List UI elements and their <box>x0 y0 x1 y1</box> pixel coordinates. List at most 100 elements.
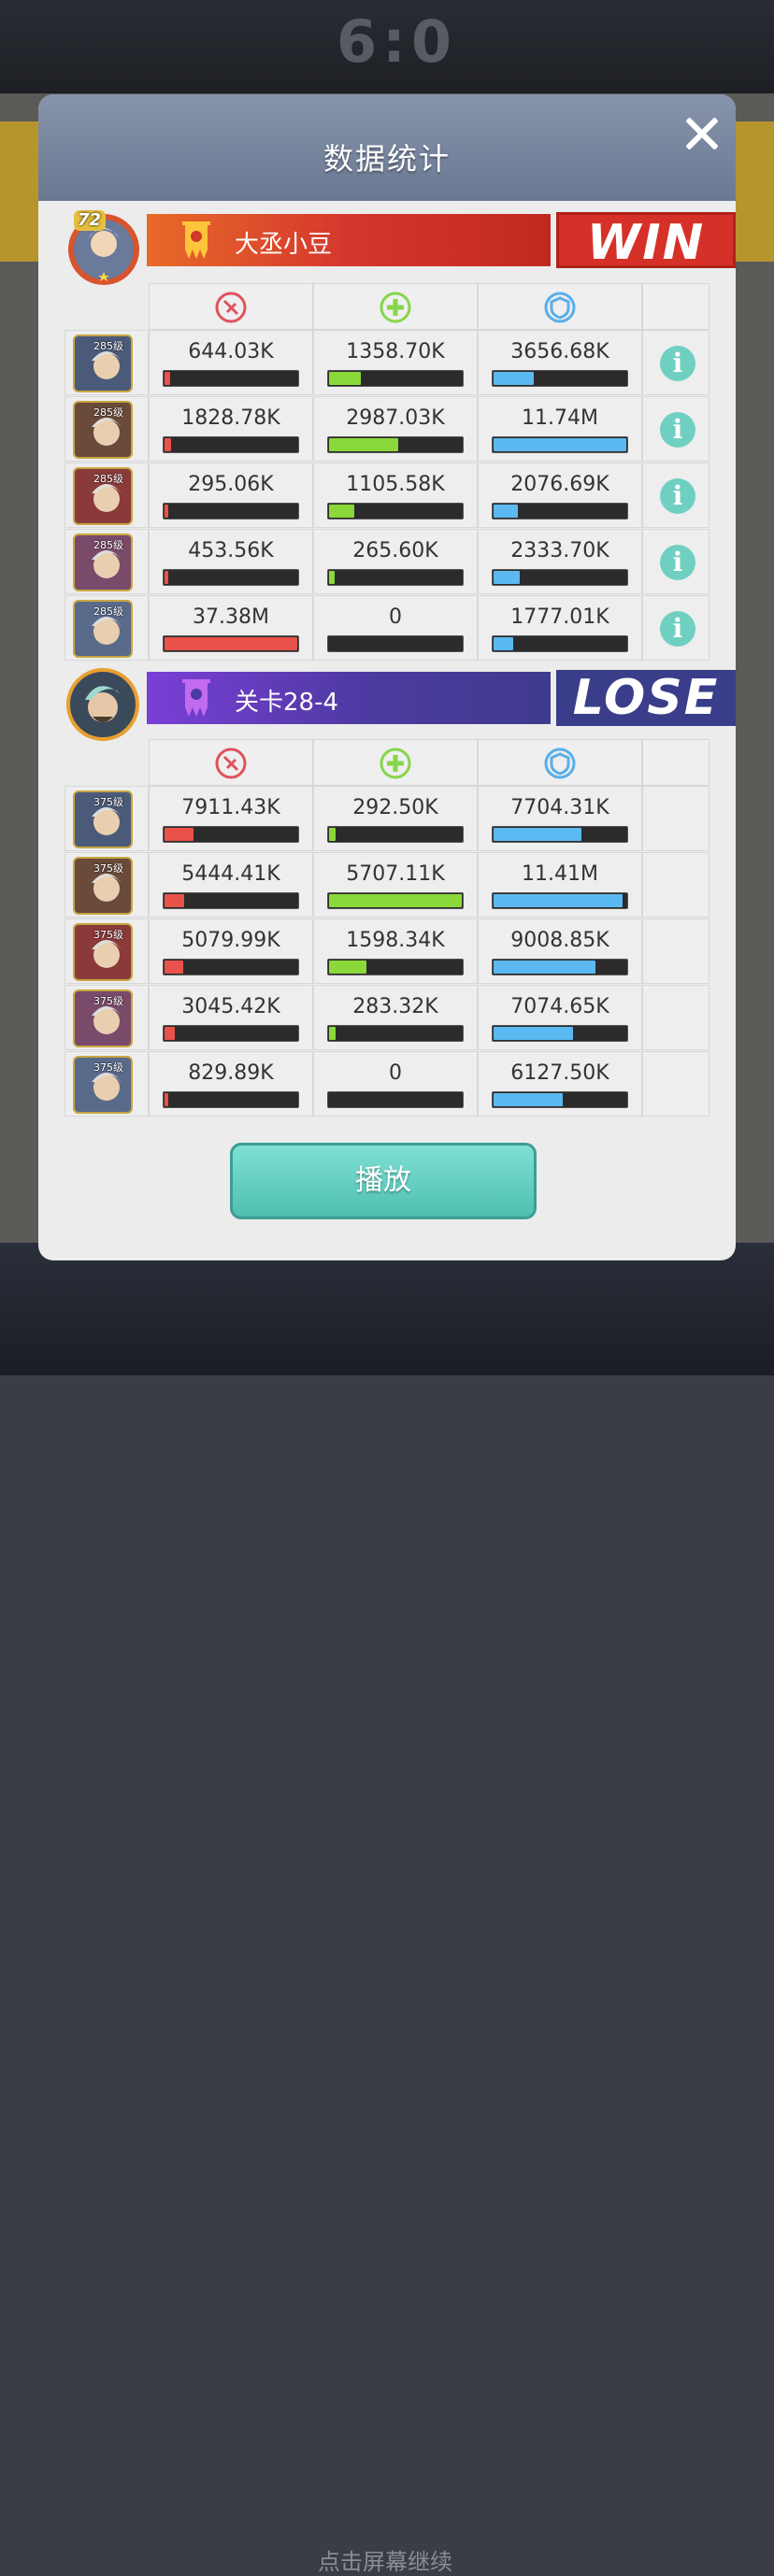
damage-bar <box>163 1025 299 1042</box>
info-icon[interactable]: i <box>660 545 695 580</box>
damage-column <box>149 739 313 786</box>
damage-bar <box>163 436 299 453</box>
heal-value: 0 <box>389 1061 402 1085</box>
heal-bar-fill <box>329 828 336 841</box>
damage-value: 3045.42K <box>181 995 280 1018</box>
heal-icon <box>380 747 411 779</box>
hero-level: 375级 <box>93 796 123 808</box>
player-avatar[interactable]: 72 <box>64 206 139 285</box>
tank-bar-fill <box>494 438 626 451</box>
damage-cell: 5444.41K <box>149 852 313 918</box>
damage-bar-fill <box>165 505 168 518</box>
tank-cell: 6127.50K <box>478 1051 642 1117</box>
heal-value: 5707.11K <box>346 862 445 886</box>
hero-portrait[interactable]: 285级 <box>73 334 133 392</box>
damage-column <box>149 283 313 330</box>
heal-bar-fill <box>329 438 398 451</box>
hero-level: 285级 <box>93 473 123 485</box>
tank-bar <box>492 1025 628 1042</box>
hero-cell: 285级 <box>64 529 149 594</box>
damage-cell: 295.06K <box>149 463 313 528</box>
hero-portrait[interactable]: 285级 <box>73 534 133 591</box>
hero-portrait[interactable]: 285级 <box>73 467 133 525</box>
team1-name: 大丞小豆 <box>235 231 333 259</box>
enemy-avatar <box>66 668 139 741</box>
tank-bar-fill <box>494 1027 573 1040</box>
damage-value: 37.38M <box>193 605 269 629</box>
damage-bar <box>163 370 299 387</box>
flag-icon <box>182 221 210 259</box>
heal-cell: 2987.03K <box>313 396 478 462</box>
hero-portrait[interactable]: 375级 <box>73 857 133 915</box>
hero-portrait[interactable]: 375级 <box>73 1056 133 1114</box>
info-icon[interactable]: i <box>660 346 695 381</box>
heal-bar <box>327 826 464 843</box>
table-row: 285级 453.56K 265.60K 2333.70K i <box>64 529 710 594</box>
info-column <box>642 283 710 330</box>
stats-dialog: 数据统计 大丞小豆 WIN 72 285级 644.03K 1358.70K 3… <box>38 94 736 1260</box>
info-icon[interactable]: i <box>660 412 695 448</box>
hero-portrait[interactable]: 375级 <box>73 989 133 1047</box>
team2-column-header <box>64 739 710 786</box>
damage-value: 5079.99K <box>181 929 280 952</box>
damage-cell: 453.56K <box>149 529 313 594</box>
tank-bar-fill <box>494 372 534 385</box>
hero-portrait[interactable]: 285级 <box>73 600 133 658</box>
team2-header: 关卡28-4 LOSE <box>64 664 736 741</box>
damage-cell: 1828.78K <box>149 396 313 462</box>
tank-cell: 9008.85K <box>478 918 642 984</box>
background-right-strip <box>735 121 774 262</box>
tank-bar-fill <box>494 828 581 841</box>
tank-cell: 2076.69K <box>478 463 642 528</box>
damage-value: 453.56K <box>188 539 274 562</box>
heal-bar <box>327 436 464 453</box>
team1-column-header <box>64 283 710 330</box>
heal-value: 292.50K <box>352 796 438 819</box>
heal-value: 283.32K <box>352 995 438 1018</box>
info-icon[interactable]: i <box>660 478 695 514</box>
empty-column <box>642 739 710 786</box>
close-button[interactable] <box>683 115 721 152</box>
team2-name: 关卡28-4 <box>235 689 339 717</box>
info-cell: i <box>642 463 710 528</box>
hero-level: 375级 <box>93 995 123 1007</box>
hero-portrait[interactable]: 285级 <box>73 401 133 459</box>
heal-cell: 292.50K <box>313 786 478 851</box>
damage-bar-fill <box>165 961 183 974</box>
heal-cell: 0 <box>313 595 478 661</box>
heal-bar <box>327 1091 464 1108</box>
hero-cell: 375级 <box>64 1051 149 1117</box>
tank-cell: 7074.65K <box>478 985 642 1050</box>
info-cell <box>642 985 710 1050</box>
hero-level: 285级 <box>93 539 123 551</box>
damage-value: 5444.41K <box>181 862 280 886</box>
tank-cell: 7704.31K <box>478 786 642 851</box>
hero-level: 375级 <box>93 929 123 941</box>
tank-cell: 2333.70K <box>478 529 642 594</box>
info-icon[interactable]: i <box>660 611 695 647</box>
heal-bar-fill <box>329 894 462 907</box>
hero-portrait[interactable]: 375级 <box>73 923 133 981</box>
play-button[interactable]: 播放 <box>230 1143 537 1219</box>
damage-bar <box>163 635 299 652</box>
damage-value: 295.06K <box>188 473 274 496</box>
heal-cell: 265.60K <box>313 529 478 594</box>
heal-bar <box>327 1025 464 1042</box>
heal-bar-fill <box>329 372 361 385</box>
table-row: 285级 295.06K 1105.58K 2076.69K i <box>64 463 710 528</box>
damage-bar <box>163 1091 299 1108</box>
info-cell <box>642 852 710 918</box>
hero-portrait[interactable]: 375级 <box>73 790 133 848</box>
table-row: 375级 829.89K 0 6127.50K <box>64 1051 710 1117</box>
info-cell <box>642 786 710 851</box>
heal-cell: 1598.34K <box>313 918 478 984</box>
damage-bar-fill <box>165 637 297 650</box>
heal-bar-fill <box>329 961 366 974</box>
hero-level: 285级 <box>93 340 123 352</box>
damage-bar <box>163 826 299 843</box>
hero-level: 285级 <box>93 605 123 618</box>
lose-badge: LOSE <box>556 670 736 726</box>
heal-cell: 1105.58K <box>313 463 478 528</box>
heal-bar <box>327 635 464 652</box>
damage-bar-fill <box>165 894 184 907</box>
